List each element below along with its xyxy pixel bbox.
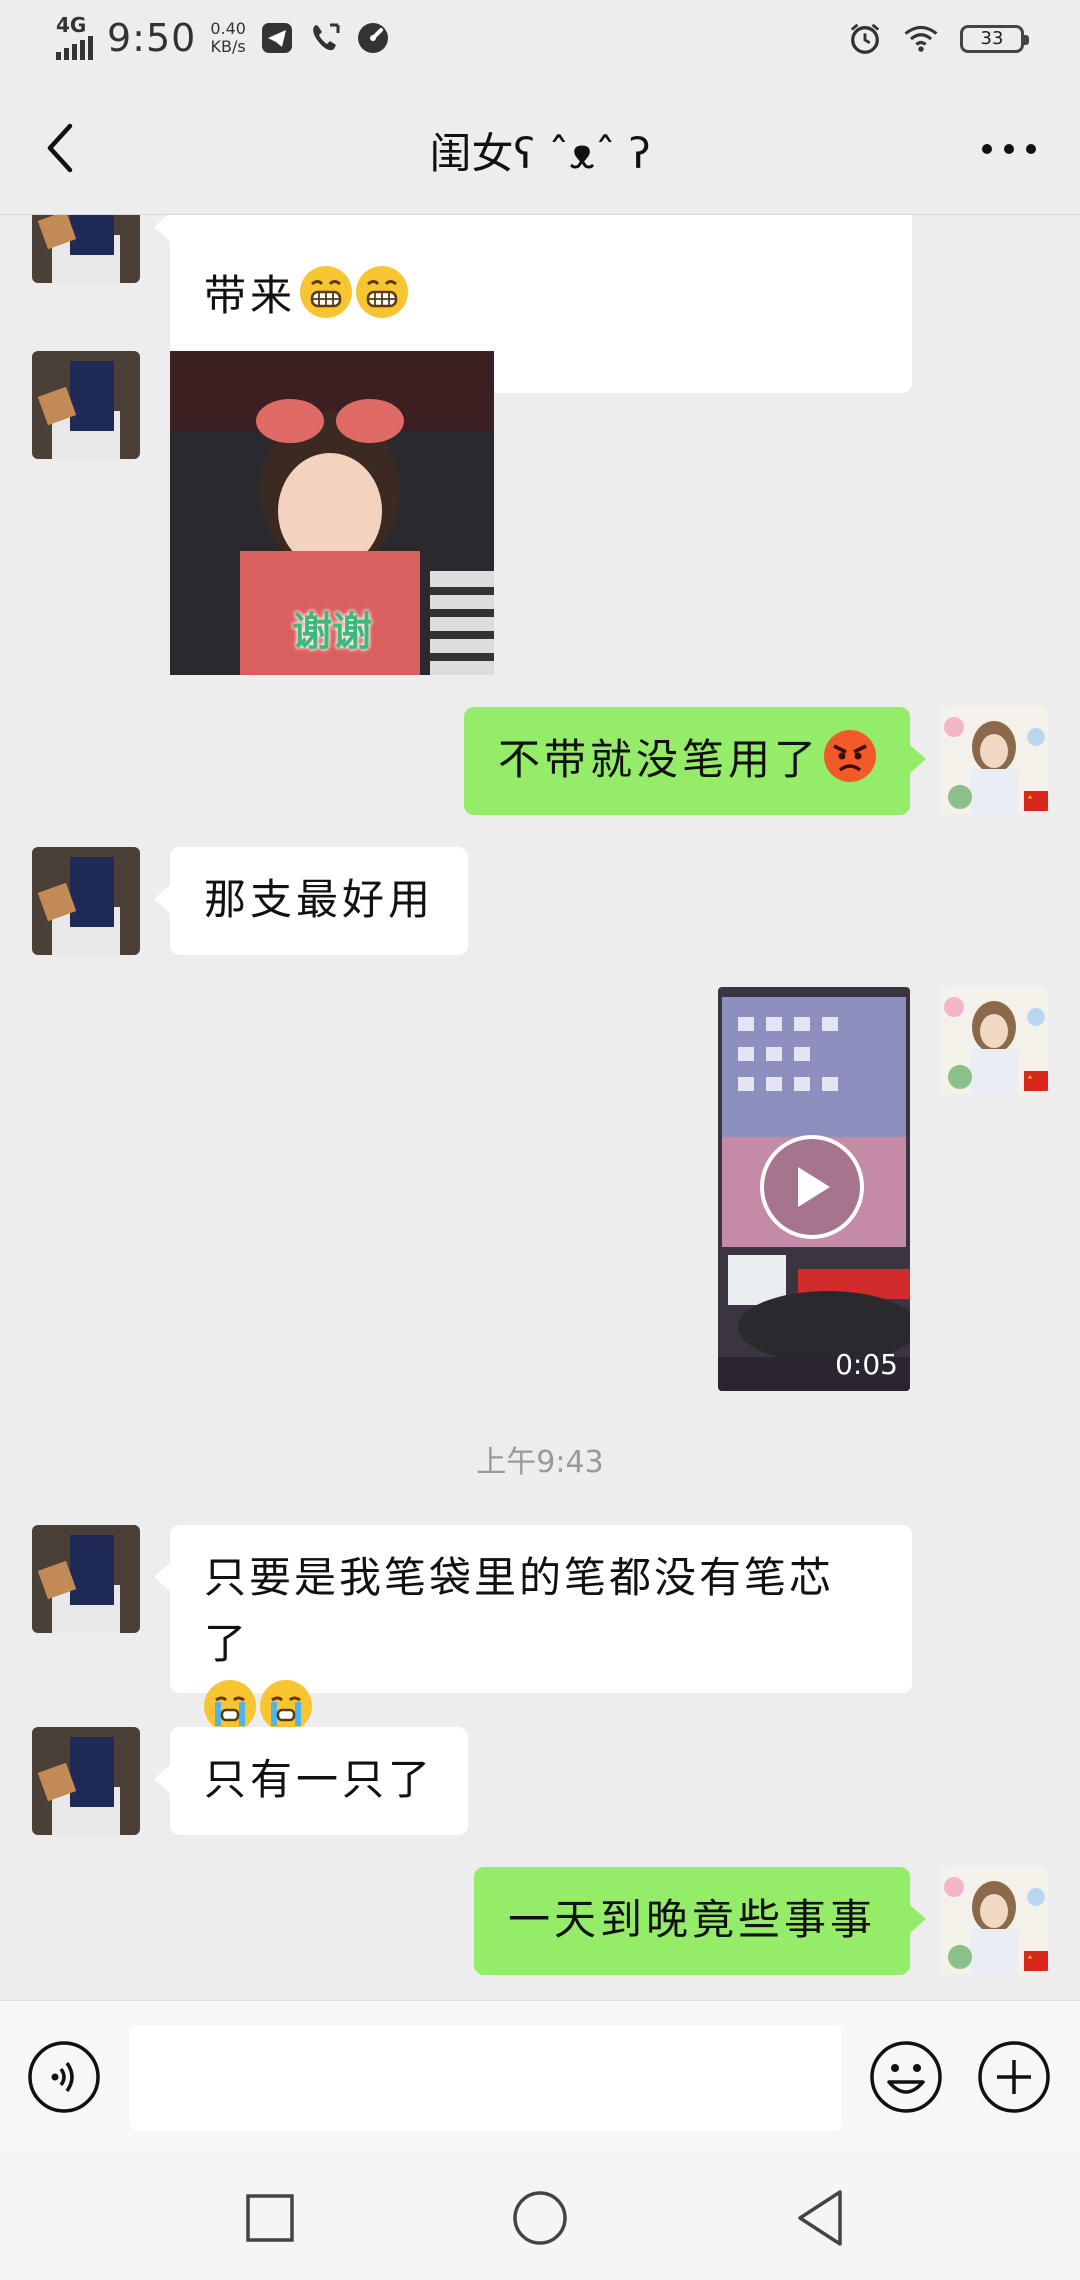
more-functions-button[interactable]: [976, 2039, 1052, 2115]
chat-header: 闺女ʕ ˆᴥˆ ʔ: [0, 80, 1080, 215]
my-avatar[interactable]: [940, 707, 1048, 815]
cry-emoji: [260, 1680, 312, 1732]
input-bar: [0, 2000, 1080, 2151]
message-bubble[interactable]: 只要是我笔袋里的笔都没有笔芯了: [154, 1525, 912, 1732]
message-text: 只要是我笔袋里的笔都没有笔芯了: [204, 1553, 835, 1668]
message-text: 一天到晚竟些事事: [507, 1895, 876, 1944]
play-icon: [798, 1167, 830, 1207]
message-input[interactable]: [130, 2025, 842, 2131]
battery-level: 33: [980, 28, 1004, 49]
message-list[interactable]: 带来 谢谢 不带就没笔用了 那支最好用 0:05 上午9:43 只要是我笔袋里的…: [0, 215, 1080, 2000]
contact-avatar[interactable]: [32, 351, 140, 459]
plus-icon: [978, 2041, 1050, 2113]
voice-button[interactable]: [26, 2039, 102, 2115]
signal-icon: [56, 34, 93, 60]
contact-avatar[interactable]: [32, 215, 140, 283]
cry-emoji: [204, 1680, 256, 1732]
home-circle-icon: [513, 2191, 567, 2245]
system-nav-bar: [0, 2150, 1080, 2280]
more-button[interactable]: [974, 124, 1044, 174]
nav-back-button[interactable]: [780, 2178, 860, 2258]
telegram-icon: [260, 21, 294, 55]
alarm-icon: [848, 22, 882, 56]
back-triangle-icon: [798, 2190, 842, 2246]
message-text: 那支最好用: [204, 875, 435, 924]
sticker-image[interactable]: 谢谢: [170, 351, 494, 675]
message-text: 不带就没笔用了: [497, 735, 820, 784]
wifi-icon: [904, 22, 938, 56]
battery-icon: 33: [960, 25, 1029, 53]
video-message[interactable]: 0:05: [718, 987, 910, 1391]
play-button[interactable]: [760, 1135, 864, 1239]
recents-button[interactable]: [230, 2178, 310, 2258]
home-button[interactable]: [500, 2178, 580, 2258]
contact-avatar[interactable]: [32, 1727, 140, 1835]
angry-emoji: [824, 730, 876, 782]
recents-square-icon: [246, 2194, 294, 2242]
my-avatar[interactable]: [940, 1867, 1048, 1975]
clock: 9:50: [107, 16, 197, 60]
message-bubble[interactable]: 一天到晚竟些事事: [473, 1867, 927, 1975]
contact-avatar[interactable]: [32, 847, 140, 955]
message-text: 带来: [204, 271, 297, 320]
message-bubble[interactable]: 不带就没笔用了: [463, 707, 927, 815]
sticker-caption: 谢谢: [292, 609, 372, 655]
network-type: 4G: [56, 13, 87, 37]
emoji-icon: [870, 2041, 942, 2113]
cellular-signal: 4G: [56, 13, 93, 60]
phone-call-icon: [308, 21, 342, 55]
chat-title: 闺女ʕ ˆᴥˆ ʔ: [429, 129, 651, 178]
speed-value: 0.40: [210, 19, 246, 38]
message-bubble[interactable]: 只有一只了: [153, 1727, 469, 1835]
message-text: 只有一只了: [204, 1755, 435, 1804]
grin-emoji: [300, 266, 353, 318]
contact-avatar[interactable]: [32, 1525, 140, 1633]
status-bar: 4G 9:50 0.40 KB/s 33: [0, 0, 1080, 80]
speed-unit: KB/s: [210, 37, 246, 56]
voice-icon: [28, 2041, 100, 2113]
emoji-button[interactable]: [868, 2039, 944, 2115]
grin-emoji: [356, 266, 409, 318]
message-timestamp: 上午9:43: [476, 1445, 604, 1480]
network-speed: 0.40 KB/s: [210, 20, 246, 56]
my-avatar[interactable]: [940, 987, 1048, 1095]
video-duration: 0:05: [835, 1348, 898, 1381]
message-bubble[interactable]: 那支最好用: [153, 847, 469, 955]
more-dots-icon: [982, 144, 1036, 154]
speedometer-icon: [356, 21, 390, 55]
